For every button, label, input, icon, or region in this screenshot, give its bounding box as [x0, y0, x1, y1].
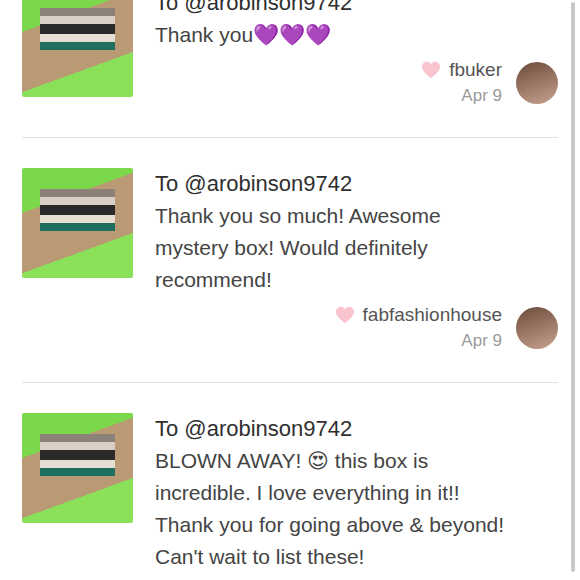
heart-icon[interactable] [335, 306, 355, 324]
note-message: Thank you💜💜💜 [155, 19, 515, 51]
love-notes-screen: To @arobinson9742Thank you💜💜💜fbukerApr 9… [0, 0, 580, 580]
listing-thumbnail[interactable] [22, 413, 133, 523]
listing-thumbnail[interactable] [22, 168, 133, 278]
note-recipient: To @arobinson9742 [155, 413, 558, 445]
username[interactable]: fbuker [449, 57, 502, 83]
heart-icon[interactable] [421, 61, 441, 79]
note-message: BLOWN AWAY! 😍 this box is incredible. I … [155, 445, 515, 573]
listing-thumbnail[interactable] [22, 0, 133, 97]
notes-list: To @arobinson9742Thank you💜💜💜fbukerApr 9… [0, 0, 580, 580]
note-item: To @arobinson9742BLOWN AWAY! 😍 this box … [22, 383, 558, 580]
note-recipient: To @arobinson9742 [155, 168, 558, 200]
user-avatar[interactable] [516, 307, 558, 349]
note-recipient: To @arobinson9742 [155, 0, 558, 19]
note-content: To @arobinson9742Thank you💜💜💜 fbukerApr 9 [155, 0, 558, 109]
note-content: To @arobinson9742Thank you so much! Awes… [155, 168, 558, 354]
note-footer: fbukerApr 9 [155, 57, 558, 109]
note-date: Apr 9 [461, 83, 502, 109]
username[interactable]: fabfashionhouse [363, 302, 502, 328]
note-item: To @arobinson9742Thank you so much! Awes… [22, 138, 558, 383]
user-avatar[interactable] [516, 62, 558, 104]
note-meta: fbukerApr 9 [421, 57, 502, 109]
user-row: fbuker [421, 57, 502, 83]
note-item: To @arobinson9742Thank you💜💜💜 fbukerApr 9 [22, 0, 558, 138]
scrollbar[interactable] [571, 2, 575, 572]
user-row: fabfashionhouse [335, 302, 502, 328]
note-meta: fabfashionhouseApr 9 [335, 302, 502, 354]
note-content: To @arobinson9742BLOWN AWAY! 😍 this box … [155, 413, 558, 573]
note-date: Apr 9 [461, 328, 502, 354]
note-message: Thank you so much! Awesome mystery box! … [155, 200, 515, 296]
note-footer: fabfashionhouseApr 9 [155, 302, 558, 354]
